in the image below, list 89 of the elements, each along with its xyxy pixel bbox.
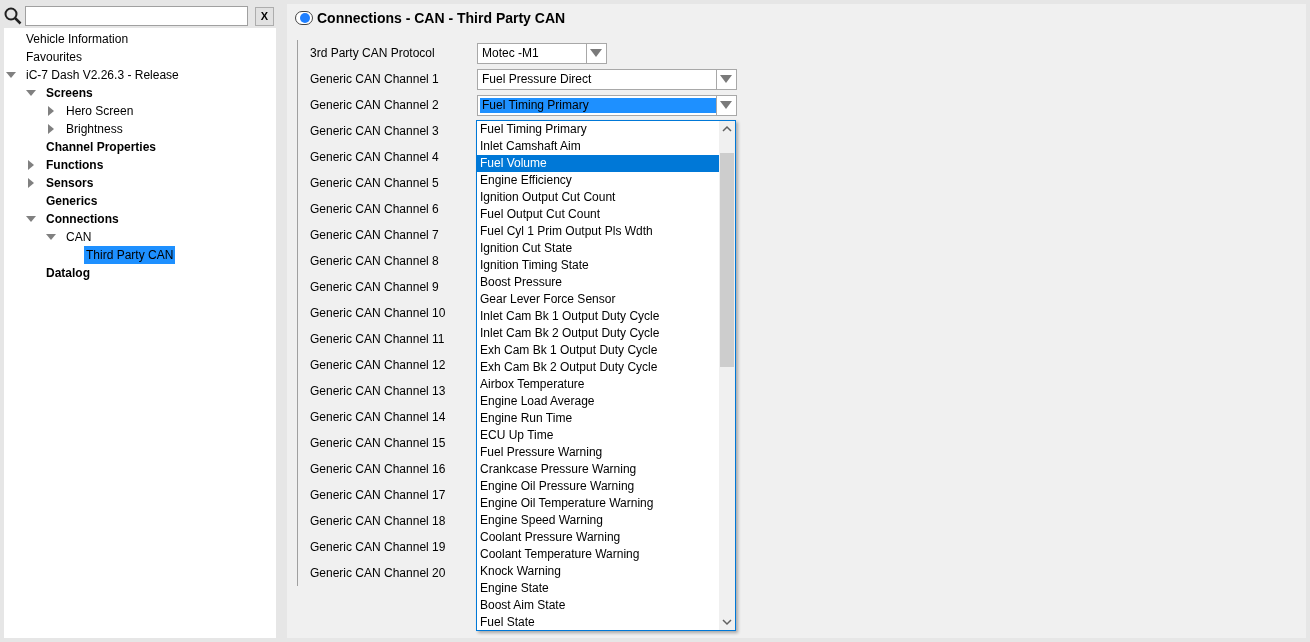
dropdown-option[interactable]: Exh Cam Bk 2 Output Duty Cycle: [477, 359, 719, 376]
dropdown-option[interactable]: Engine Oil Temperature Warning: [477, 495, 719, 512]
dropdown-option[interactable]: Fuel State: [477, 614, 719, 631]
dropdown-option[interactable]: Boost Pressure: [477, 274, 719, 291]
dropdown-caret-icon: [589, 49, 602, 57]
dropdown-option[interactable]: Engine Run Time: [477, 410, 719, 427]
tree-item[interactable]: Channel Properties: [44, 138, 159, 156]
expanded-arrow-icon[interactable]: [6, 70, 16, 80]
field-label: 3rd Party CAN Protocol: [310, 45, 436, 62]
expanded-arrow-icon[interactable]: [46, 232, 56, 242]
dropdown-option[interactable]: Knock Warning: [477, 563, 719, 580]
dropdown-option[interactable]: Fuel Pressure Warning: [477, 444, 719, 461]
dropdown-caret-icon: [719, 75, 732, 83]
dropdown-value: Fuel Timing Primary: [480, 97, 716, 113]
field-label: Generic CAN Channel 2: [310, 97, 440, 114]
field-label: Generic CAN Channel 9: [310, 279, 440, 296]
field-label: Generic CAN Channel 18: [310, 513, 447, 530]
scrollbar-thumb[interactable]: [720, 153, 734, 367]
status-indicator-icon: [295, 11, 313, 25]
tree-item[interactable]: Sensors: [44, 174, 96, 192]
dropdown-option[interactable]: Airbox Temperature: [477, 376, 719, 393]
field-label: Generic CAN Channel 17: [310, 487, 447, 504]
field-label: Generic CAN Channel 11: [310, 331, 446, 348]
dropdown-option[interactable]: Engine State: [477, 580, 719, 597]
search-field[interactable]: [25, 6, 248, 26]
search-icon: [4, 7, 22, 25]
tree-item[interactable]: Hero Screen: [64, 102, 136, 120]
collapsed-arrow-icon[interactable]: [46, 124, 56, 134]
dropdown-option[interactable]: Inlet Cam Bk 1 Output Duty Cycle: [477, 308, 719, 325]
tree-item[interactable]: Datalog: [44, 264, 92, 282]
dropdown-option[interactable]: Coolant Pressure Warning: [477, 529, 719, 546]
tree-item[interactable]: Third Party CAN: [84, 246, 176, 264]
expanded-arrow-icon[interactable]: [26, 214, 36, 224]
dropdown-option[interactable]: Boost Aim State: [477, 597, 719, 614]
field-label: Generic CAN Channel 14: [310, 409, 447, 426]
tree-item[interactable]: Vehicle Information: [24, 30, 131, 48]
collapsed-arrow-icon[interactable]: [46, 106, 56, 116]
collapsed-arrow-icon[interactable]: [26, 160, 36, 170]
dropdown-option[interactable]: Exh Cam Bk 1 Output Duty Cycle: [477, 342, 719, 359]
dropdown-option[interactable]: Gear Lever Force Sensor: [477, 291, 719, 308]
dropdown-option[interactable]: Coolant Temperature Warning: [477, 546, 719, 563]
dropdown-option[interactable]: Crankcase Pressure Warning: [477, 461, 719, 478]
dropdown-option[interactable]: Inlet Camshaft Aim: [477, 138, 719, 155]
tree-item[interactable]: Brightness: [64, 120, 125, 138]
dropdown-option[interactable]: Engine Efficiency: [477, 172, 719, 189]
field-label: Generic CAN Channel 8: [310, 253, 440, 270]
clear-search-button[interactable]: X: [255, 6, 274, 26]
field-label: Generic CAN Channel 1: [310, 71, 440, 88]
dropdown[interactable]: Fuel Pressure Direct: [477, 68, 737, 90]
dropdown-option[interactable]: Fuel Cyl 1 Prim Output Pls Wdth: [477, 223, 719, 240]
dropdown-option[interactable]: Ignition Cut State: [477, 240, 719, 257]
dropdown-option[interactable]: Fuel Volume: [477, 155, 719, 172]
field-label: Generic CAN Channel 6: [310, 201, 440, 218]
dropdown-value: Motec -M1: [481, 45, 540, 61]
tree-item[interactable]: Screens: [44, 84, 95, 102]
tree-item[interactable]: Generics: [44, 192, 100, 210]
tree-item[interactable]: Functions: [44, 156, 106, 174]
tree-item[interactable]: CAN: [64, 228, 94, 246]
scrollbar[interactable]: [719, 121, 735, 630]
page-title: Connections - CAN - Third Party CAN: [317, 8, 566, 28]
dropdown-option[interactable]: Ignition Output Cut Count: [477, 189, 719, 206]
dropdown-option[interactable]: Engine Speed Warning: [477, 512, 719, 529]
dropdown[interactable]: Motec -M1: [477, 42, 607, 64]
tree-item[interactable]: iC-7 Dash V2.26.3 - Release: [24, 66, 181, 84]
field-label: Generic CAN Channel 20: [310, 565, 447, 582]
tree-item[interactable]: Connections: [44, 210, 121, 228]
dropdown-option[interactable]: Engine Oil Pressure Warning: [477, 478, 719, 495]
field-label: Generic CAN Channel 5: [310, 175, 440, 192]
field-label: Generic CAN Channel 10: [310, 305, 447, 322]
dropdown-option[interactable]: Inlet Cam Bk 2 Output Duty Cycle: [477, 325, 719, 342]
field-label: Generic CAN Channel 19: [310, 539, 447, 556]
tree-item[interactable]: Favourites: [24, 48, 85, 66]
field-label: Generic CAN Channel 13: [310, 383, 447, 400]
dropdown-caret-icon: [719, 101, 732, 109]
dropdown[interactable]: Fuel Timing Primary: [477, 94, 737, 116]
dropdown-option[interactable]: Fuel Timing Primary: [477, 121, 719, 138]
dropdown-option[interactable]: Engine Load Average: [477, 393, 719, 410]
field-label: Generic CAN Channel 15: [310, 435, 447, 452]
field-label: Generic CAN Channel 12: [310, 357, 447, 374]
dropdown-option[interactable]: Fuel Output Cut Count: [477, 206, 719, 223]
expanded-arrow-icon[interactable]: [26, 88, 36, 98]
field-label: Generic CAN Channel 4: [310, 149, 440, 166]
collapsed-arrow-icon[interactable]: [26, 178, 36, 188]
dropdown-value: Fuel Pressure Direct: [481, 71, 593, 87]
field-label: Generic CAN Channel 3: [310, 123, 440, 140]
dropdown-option[interactable]: ECU Up Time: [477, 427, 719, 444]
dropdown-option[interactable]: Ignition Timing State: [477, 257, 719, 274]
field-label: Generic CAN Channel 16: [310, 461, 447, 478]
field-label: Generic CAN Channel 7: [310, 227, 440, 244]
